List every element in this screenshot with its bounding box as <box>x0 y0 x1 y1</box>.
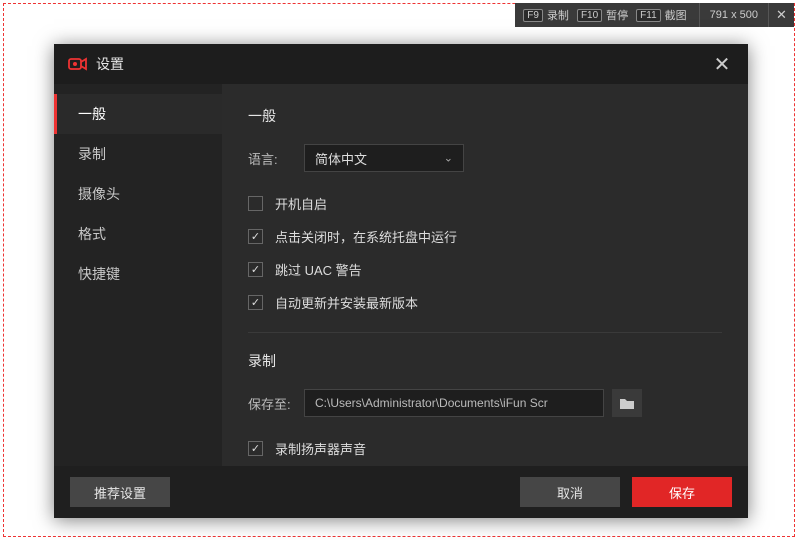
hotkey-f10-label: 暂停 <box>606 7 628 23</box>
check-speaker-row: 录制扬声器声音 <box>248 439 722 458</box>
check-uac-row: 跳过 UAC 警告 <box>248 260 722 279</box>
browse-folder-button[interactable] <box>612 389 642 417</box>
check-tray-row: 点击关闭时，在系统托盘中运行 <box>248 227 722 246</box>
chevron-down-icon: ⌄ <box>444 152 453 165</box>
save-path-input[interactable]: C:\Users\Administrator\Documents\iFun Sc… <box>304 389 604 417</box>
check-startup[interactable] <box>248 196 263 211</box>
sidebar-item-camera[interactable]: 摄像头 <box>54 174 222 214</box>
save-path-row: 保存至: C:\Users\Administrator\Documents\iF… <box>248 389 722 417</box>
cancel-button[interactable]: 取消 <box>520 477 620 507</box>
sidebar-item-format[interactable]: 格式 <box>54 214 222 254</box>
sidebar-item-general[interactable]: 一般 <box>54 94 222 134</box>
check-uac[interactable] <box>248 262 263 277</box>
check-update[interactable] <box>248 295 263 310</box>
hotkey-strip: F9 录制 F10 暂停 F11 截图 <box>515 3 698 27</box>
folder-icon <box>619 397 635 410</box>
recommend-settings-button[interactable]: 推荐设置 <box>70 477 170 507</box>
dialog-footer: 推荐设置 取消 保存 <box>54 466 748 518</box>
check-speaker[interactable] <box>248 441 263 456</box>
hotkey-f9-label: 录制 <box>547 7 569 23</box>
check-startup-row: 开机自启 <box>248 194 722 213</box>
sidebar-item-hotkeys[interactable]: 快捷键 <box>54 254 222 294</box>
hotkey-f11: F11 <box>636 9 661 22</box>
settings-dialog: 设置 ✕ 一般 录制 摄像头 格式 快捷键 一般 语言: 简体中文 ⌄ 开机 <box>54 44 748 518</box>
language-select[interactable]: 简体中文 ⌄ <box>304 144 464 172</box>
close-icon[interactable]: ✕ <box>710 52 734 77</box>
check-tray[interactable] <box>248 229 263 244</box>
section-record-title: 录制 <box>248 351 722 371</box>
toolbar-close-icon[interactable]: ✕ <box>768 3 794 27</box>
save-button[interactable]: 保存 <box>632 477 732 507</box>
app-logo-icon <box>68 57 88 71</box>
hotkey-f9: F9 <box>523 9 543 22</box>
check-tray-label: 点击关闭时，在系统托盘中运行 <box>275 227 457 246</box>
language-label: 语言: <box>248 149 304 168</box>
check-update-row: 自动更新并安装最新版本 <box>248 293 722 312</box>
dimensions-readout: 791 x 500 <box>699 3 768 27</box>
language-value: 简体中文 <box>315 149 367 168</box>
check-update-label: 自动更新并安装最新版本 <box>275 293 418 312</box>
section-divider <box>248 332 722 333</box>
hotkey-f10: F10 <box>577 9 602 22</box>
section-general-title: 一般 <box>248 106 722 126</box>
settings-content: 一般 语言: 简体中文 ⌄ 开机自启 点击关闭时，在系统托盘中运行 跳过 UAC… <box>222 84 748 466</box>
capture-toolbar: F9 录制 F10 暂停 F11 截图 791 x 500 ✕ <box>515 3 794 27</box>
check-startup-label: 开机自启 <box>275 194 327 213</box>
check-speaker-label: 录制扬声器声音 <box>275 439 366 458</box>
language-row: 语言: 简体中文 ⌄ <box>248 144 722 172</box>
dialog-header: 设置 ✕ <box>54 44 748 84</box>
check-uac-label: 跳过 UAC 警告 <box>275 260 362 279</box>
sidebar-item-record[interactable]: 录制 <box>54 134 222 174</box>
save-path-label: 保存至: <box>248 394 304 413</box>
hotkey-f11-label: 截图 <box>665 7 687 23</box>
dialog-body: 一般 录制 摄像头 格式 快捷键 一般 语言: 简体中文 ⌄ 开机自启 <box>54 84 748 466</box>
dialog-title: 设置 <box>96 54 124 74</box>
settings-sidebar: 一般 录制 摄像头 格式 快捷键 <box>54 84 222 466</box>
